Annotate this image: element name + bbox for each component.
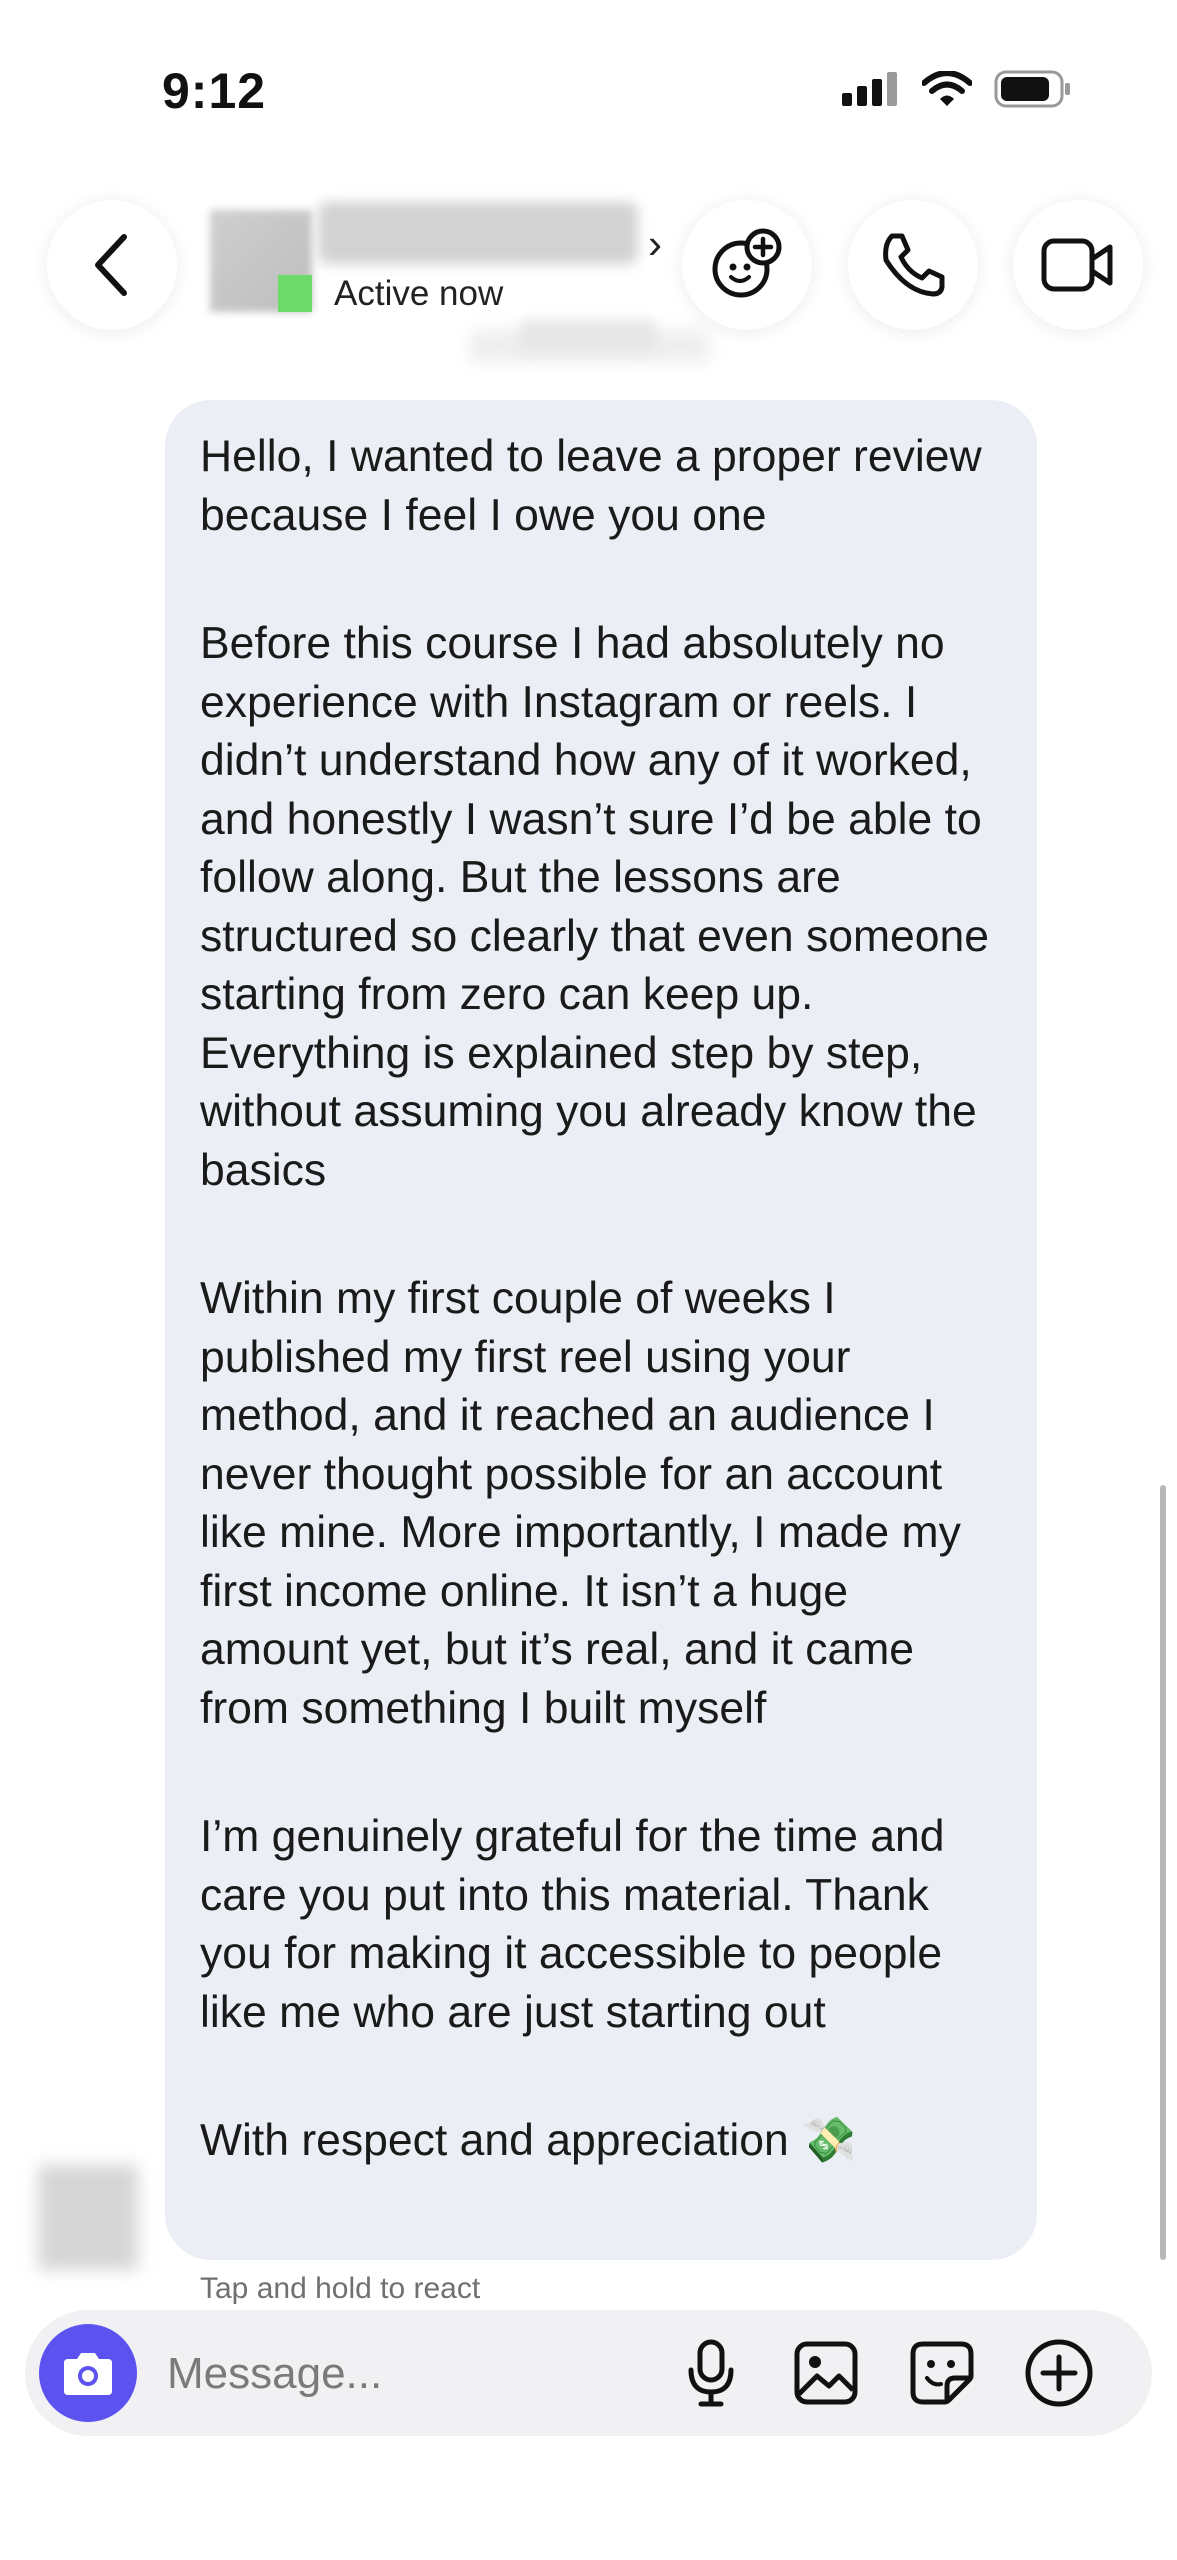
online-indicator [278, 275, 312, 312]
chevron-left-icon [92, 233, 132, 297]
message-paragraph: Within my first couple of weeks I publis… [200, 1274, 961, 1733]
battery-icon [994, 70, 1072, 108]
status-icons [842, 70, 1072, 108]
call-button[interactable] [848, 200, 978, 330]
voice-message-button[interactable] [670, 2332, 752, 2414]
camera-icon [60, 2349, 116, 2397]
message-paragraph: With respect and appreciation 💸 [200, 2116, 857, 2165]
video-call-button[interactable] [1013, 200, 1143, 330]
back-button[interactable] [47, 200, 177, 330]
message-paragraph: Before this course I had absolutely no e… [200, 619, 990, 1195]
camera-button[interactable] [39, 2324, 137, 2422]
sender-avatar[interactable] [38, 2165, 138, 2270]
active-status: Active now [334, 274, 504, 313]
blurred-timestamp [520, 320, 655, 352]
message-paragraph: Hello, I wanted to leave a proper review… [200, 432, 982, 540]
gallery-button[interactable] [785, 2332, 867, 2414]
scrollbar[interactable] [1160, 1485, 1166, 2260]
more-options-button[interactable] [1018, 2332, 1100, 2414]
video-camera-icon [1040, 235, 1116, 295]
status-time: 9:12 [162, 63, 267, 119]
plus-icon [1024, 2338, 1094, 2408]
message-composer [25, 2310, 1152, 2436]
message-input[interactable] [165, 2338, 669, 2410]
cellular-signal-icon [842, 72, 900, 106]
message-bubble[interactable]: Hello, I wanted to leave a proper review… [165, 400, 1037, 2260]
sticker-icon [909, 2340, 975, 2406]
sticker-button[interactable] [901, 2332, 983, 2414]
microphone-icon [683, 2338, 739, 2408]
image-icon [793, 2340, 859, 2406]
wifi-icon [922, 71, 972, 107]
effects-button[interactable] [682, 200, 812, 330]
react-hint: Tap and hold to react [200, 2272, 481, 2305]
effects-plus-icon [707, 225, 787, 305]
status-bar: 9:12 [0, 0, 1177, 180]
message-paragraph: I’m genuinely grateful for the time and … [200, 1812, 945, 2037]
chat-header: › Active now [0, 180, 1177, 380]
contact-name-blurred[interactable] [318, 202, 638, 264]
name-chevron-icon: › [648, 220, 662, 267]
phone-icon [878, 230, 948, 300]
